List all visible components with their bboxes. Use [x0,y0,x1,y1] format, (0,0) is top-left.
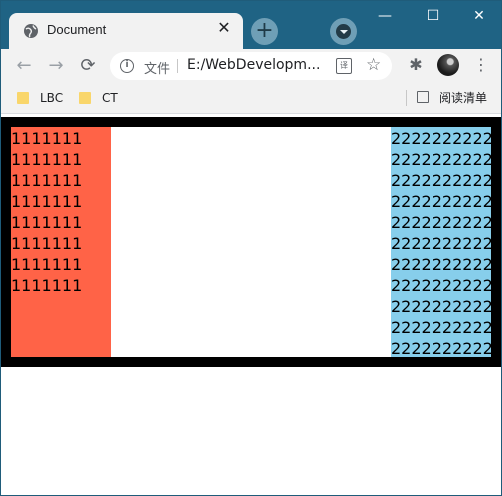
tab-title: Document [47,22,107,37]
toolbar: ← → ⟳ i 文件 E:/WebDevelopm... 译 ☆ ✱ ⋮ [1,49,501,83]
right-line: 2222222222 [391,129,491,148]
bookmarks-bar: LBC CT 阅读清单 [1,83,501,114]
maximize-button[interactable]: ☐ [419,5,447,27]
right-line: 2222222222 [391,255,491,274]
right-line: 2222222222 [391,318,491,337]
tab-document[interactable]: Document ✕ [9,13,243,49]
left-line: 1111111 [11,276,83,295]
left-line: 1111111 [11,234,83,253]
info-icon[interactable]: i [120,59,134,73]
scheme-label: 文件 [144,62,171,77]
address-bar[interactable]: i 文件 E:/WebDevelopm... 译 ☆ [110,52,392,80]
tab-search-button[interactable] [330,18,357,45]
right-line: 2222222222 [391,339,491,357]
avatar[interactable] [437,54,459,76]
chevron-down-icon [340,30,348,34]
page-viewport: 1111111 1111111 1111111 1111111 1111111 … [1,114,501,495]
right-line: 2222222222 [391,234,491,253]
window-close-button[interactable]: ✕ [465,5,493,27]
folder-icon [17,92,29,104]
right-column: 2222222222 2222222222 2222222222 2222222… [391,127,491,357]
right-line: 2222222222 [391,171,491,190]
url-text[interactable]: E:/WebDevelopm... [187,57,320,73]
url-separator [177,59,178,73]
outer-container: 1111111 1111111 1111111 1111111 1111111 … [1,117,501,367]
back-button[interactable]: ← [13,55,35,77]
translate-icon[interactable]: 译 [336,58,352,74]
bookmark-star-icon[interactable]: ☆ [366,55,381,75]
menu-icon[interactable]: ⋮ [471,54,491,76]
browser-window: Document ✕ + — ☐ ✕ ← → ⟳ i 文件 E:/WebDeve… [0,0,502,496]
left-line: 1111111 [11,171,83,190]
tab-close-icon[interactable]: ✕ [215,19,233,37]
left-line: 1111111 [11,129,83,148]
reading-list-icon [417,91,429,103]
bookmark-label: LBC [40,91,64,105]
left-line: 1111111 [11,150,83,169]
left-line: 1111111 [11,255,83,274]
reading-list-label: 阅读清单 [439,91,488,105]
extensions-icon[interactable]: ✱ [406,55,426,75]
left-line: 1111111 [11,213,83,232]
right-line: 2222222222 [391,297,491,316]
new-tab-button[interactable]: + [251,18,278,45]
right-line: 2222222222 [391,213,491,232]
title-bar: Document ✕ + — ☐ ✕ [1,1,501,49]
right-line: 2222222222 [391,150,491,169]
left-column: 1111111 1111111 1111111 1111111 1111111 … [11,127,111,357]
inner-container: 1111111 1111111 1111111 1111111 1111111 … [11,127,491,357]
right-line: 2222222222 [391,192,491,211]
minimize-button[interactable]: — [371,5,399,27]
folder-icon [79,92,91,104]
forward-button[interactable]: → [45,55,67,77]
reload-button[interactable]: ⟳ [77,55,99,77]
globe-icon [24,24,38,38]
bookmark-label: CT [102,91,118,105]
right-line: 2222222222 [391,276,491,295]
bookmarks-divider [406,90,407,106]
left-line: 1111111 [11,192,83,211]
